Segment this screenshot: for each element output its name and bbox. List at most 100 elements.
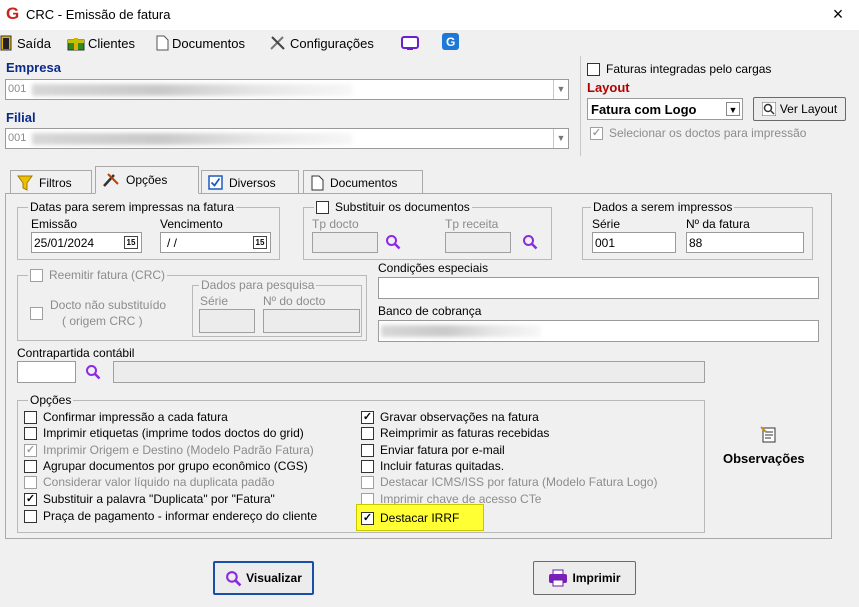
tab-filtros[interactable]: Filtros xyxy=(10,170,92,194)
datas-legend: Datas para serem impressas na fatura xyxy=(28,200,237,214)
gift-icon xyxy=(67,38,85,51)
options-icon xyxy=(103,173,119,187)
g-logo-icon: G xyxy=(6,4,20,23)
chevron-down-icon[interactable]: ▼ xyxy=(553,129,568,148)
selecionar-doctos-option[interactable]: ✓ Selecionar os doctos para impressão xyxy=(590,126,806,140)
close-button[interactable]: × xyxy=(826,3,850,25)
option-enviar-email[interactable]: Enviar fatura por e-mail xyxy=(361,443,505,457)
checkbox[interactable] xyxy=(24,509,37,523)
tp-docto-input[interactable] xyxy=(312,232,378,253)
search-icon[interactable] xyxy=(85,364,101,380)
option-label: Reimprimir as faturas recebidas xyxy=(380,426,550,440)
saida-label: Saída xyxy=(17,35,51,51)
observacoes-button[interactable]: Observações xyxy=(723,451,805,466)
substituir-option[interactable]: Substituir os documentos xyxy=(314,200,472,214)
search-icon xyxy=(761,102,776,116)
reemitir-option[interactable]: Reemitir fatura (CRC) xyxy=(28,268,168,282)
checkbox[interactable] xyxy=(361,443,374,457)
option-incluir-quitadas[interactable]: Incluir faturas quitadas. xyxy=(361,459,504,473)
layout-label: Layout xyxy=(587,80,630,95)
tab-opcoes[interactable]: Opções xyxy=(95,166,199,194)
substituir-checkbox[interactable] xyxy=(316,200,329,214)
search-icon xyxy=(226,570,242,586)
checkbox[interactable] xyxy=(24,459,37,473)
option-destacar-irrf[interactable]: ✓ Destacar IRRF xyxy=(361,511,459,525)
search-icon[interactable] xyxy=(385,234,401,250)
checkbox[interactable]: ✓ xyxy=(24,443,37,457)
option-praca-pagamento[interactable]: Praça de pagamento - informar endereço d… xyxy=(24,509,317,523)
option-imprimir-etiquetas[interactable]: Imprimir etiquetas (imprime todos doctos… xyxy=(24,426,304,440)
checkbox[interactable] xyxy=(24,426,37,440)
emissao-input[interactable]: 25/01/2024 15 xyxy=(31,232,142,253)
reemitir-checkbox[interactable] xyxy=(30,268,43,282)
pesquisa-serie-input[interactable] xyxy=(199,309,255,333)
option-agrupar-documentos[interactable]: Agrupar documentos por grupo econômico (… xyxy=(24,459,308,473)
contrapartida-input[interactable] xyxy=(17,361,76,383)
documentos-button[interactable]: Documentos xyxy=(155,34,245,52)
saida-button[interactable]: Saída xyxy=(0,34,51,52)
dados-impressos-legend: Dados a serem impressos xyxy=(591,200,735,214)
observacoes-icon[interactable] xyxy=(760,426,778,444)
selecionar-doctos-checkbox[interactable]: ✓ xyxy=(590,126,603,140)
option-imprimir-origem-destino[interactable]: ✓ Imprimir Origem e Destino (Modelo Padrã… xyxy=(24,443,314,457)
visualizar-button[interactable]: Visualizar xyxy=(213,561,314,595)
pesquisa-ndocto-label: Nº do docto xyxy=(263,294,326,308)
g-app-icon: G xyxy=(442,33,459,50)
monitor-icon xyxy=(401,36,419,50)
condicoes-label: Condições especiais xyxy=(378,261,489,275)
option-substituir-duplicata[interactable]: ✓ Substituir a palavra "Duplicata" por "F… xyxy=(24,492,275,506)
faturas-integradas-checkbox[interactable] xyxy=(587,62,600,76)
contrapartida-descricao xyxy=(113,361,705,383)
option-gravar-observacoes[interactable]: ✓ Gravar observações na fatura xyxy=(361,410,539,424)
option-destacar-icms[interactable]: Destacar ICMS/ISS por fatura (Modelo Fat… xyxy=(361,475,657,489)
faturas-integradas-option[interactable]: Faturas integradas pelo cargas xyxy=(587,62,771,76)
tp-receita-input[interactable] xyxy=(445,232,511,253)
filial-name-blurred xyxy=(32,133,352,145)
pesquisa-ndocto-input[interactable] xyxy=(263,309,360,333)
search-icon[interactable] xyxy=(522,234,538,250)
checkbox[interactable]: ✓ xyxy=(361,511,374,525)
layout-select[interactable]: Fatura com Logo ▼ xyxy=(587,98,743,120)
calendar-icon[interactable]: 15 xyxy=(253,236,267,249)
vencimento-input[interactable]: / / 15 xyxy=(160,232,271,253)
clientes-button[interactable]: Clientes xyxy=(67,34,135,52)
tab-opcoes-label: Opções xyxy=(126,173,168,187)
nfatura-input[interactable]: 88 xyxy=(686,232,804,253)
printer-icon xyxy=(549,569,568,587)
chevron-down-icon[interactable]: ▼ xyxy=(726,102,740,116)
filial-combo[interactable]: 001 ▼ xyxy=(5,128,569,149)
checkbox[interactable] xyxy=(361,459,374,473)
docto-nao-substituido-checkbox[interactable] xyxy=(30,307,43,320)
calendar-icon[interactable]: 15 xyxy=(124,236,138,249)
empresa-combo[interactable]: 001 ▼ xyxy=(5,79,569,100)
option-label: Imprimir etiquetas (imprime todos doctos… xyxy=(43,426,304,440)
tab-diversos[interactable]: Diversos xyxy=(201,170,299,194)
checkbox[interactable]: ✓ xyxy=(24,492,37,506)
serie-input[interactable]: 001 xyxy=(592,232,676,253)
g-app-button[interactable]: G xyxy=(442,33,459,53)
checkbox[interactable]: ✓ xyxy=(361,410,374,424)
option-reimprimir-faturas[interactable]: Reimprimir as faturas recebidas xyxy=(361,426,549,440)
checkbox[interactable] xyxy=(361,426,374,440)
checkbox[interactable] xyxy=(24,410,37,424)
ver-layout-button[interactable]: Ver Layout xyxy=(753,97,846,121)
option-confirmar-impressao[interactable]: Confirmar impressão a cada fatura xyxy=(24,410,228,424)
configuracoes-button[interactable]: Configurações xyxy=(269,34,374,52)
serie-value: 001 xyxy=(595,236,616,250)
condicoes-input[interactable] xyxy=(378,277,819,299)
option-considerar-valor-liquido[interactable]: Considerar valor líquido na duplicata pa… xyxy=(24,475,275,489)
checkbox[interactable] xyxy=(361,475,374,489)
faturas-integradas-label: Faturas integradas pelo cargas xyxy=(606,62,772,76)
checkbox[interactable] xyxy=(24,475,37,489)
layout-value: Fatura com Logo xyxy=(591,102,697,117)
chevron-down-icon[interactable]: ▼ xyxy=(553,80,568,99)
tab-documentos[interactable]: Documentos xyxy=(303,170,423,194)
option-label: Destacar ICMS/ISS por fatura (Modelo Fat… xyxy=(380,475,658,489)
imprimir-button[interactable]: Imprimir xyxy=(533,561,636,595)
option-label: Enviar fatura por e-mail xyxy=(380,443,505,457)
monitor-button[interactable] xyxy=(401,35,419,54)
documentos-label: Documentos xyxy=(172,35,245,51)
clientes-label: Clientes xyxy=(88,35,135,51)
vencimento-label: Vencimento xyxy=(160,217,223,231)
banco-input[interactable] xyxy=(378,320,819,342)
